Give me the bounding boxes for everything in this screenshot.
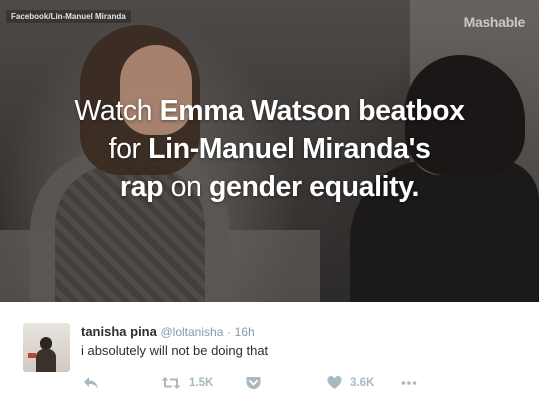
pocket-button[interactable] (246, 374, 261, 392)
brand-logo: Mashable (463, 14, 526, 30)
avatar[interactable] (23, 323, 70, 372)
reply-icon (84, 377, 98, 389)
tweet-actions: 1.5K 3.6K (81, 374, 521, 392)
pocket-icon (246, 377, 261, 389)
source-credit: Facebook/Lin-Manuel Miranda (6, 10, 131, 23)
like-count: 3.6K (350, 377, 375, 389)
user-name[interactable]: tanisha pina (81, 324, 157, 339)
separator: · (227, 325, 231, 339)
avatar-body (36, 349, 56, 372)
tweet-header: tanisha pina @loltanisha · 16h (81, 324, 255, 340)
headline-line-2: for Lin-Manuel Miranda's (108, 133, 431, 165)
avatar-detail (28, 353, 36, 358)
like-button[interactable]: 3.6K (327, 374, 374, 392)
heart-icon (327, 376, 342, 389)
reply-button[interactable] (83, 374, 99, 392)
tweet-text: i absolutely will not be doing that (81, 343, 269, 358)
user-handle[interactable]: @loltanisha (160, 325, 223, 339)
retweet-icon (161, 377, 181, 389)
headline-line-1: Watch Emma Watson beatbox (74, 95, 465, 127)
more-icon (401, 381, 417, 385)
more-button[interactable] (401, 374, 417, 392)
retweet-button[interactable]: 1.5K (161, 374, 213, 392)
tweet-timestamp[interactable]: 16h (235, 325, 255, 339)
tweet: tanisha pina @loltanisha · 16h i absolut… (0, 302, 539, 402)
video-thumbnail[interactable]: Facebook/Lin-Manuel Miranda Mashable Wat… (0, 0, 539, 302)
headline-line-3: rap on gender equality. (119, 171, 420, 203)
video-headline: Watch Emma Watson beatbox for Lin-Manuel… (0, 92, 539, 206)
retweet-count: 1.5K (189, 377, 214, 389)
